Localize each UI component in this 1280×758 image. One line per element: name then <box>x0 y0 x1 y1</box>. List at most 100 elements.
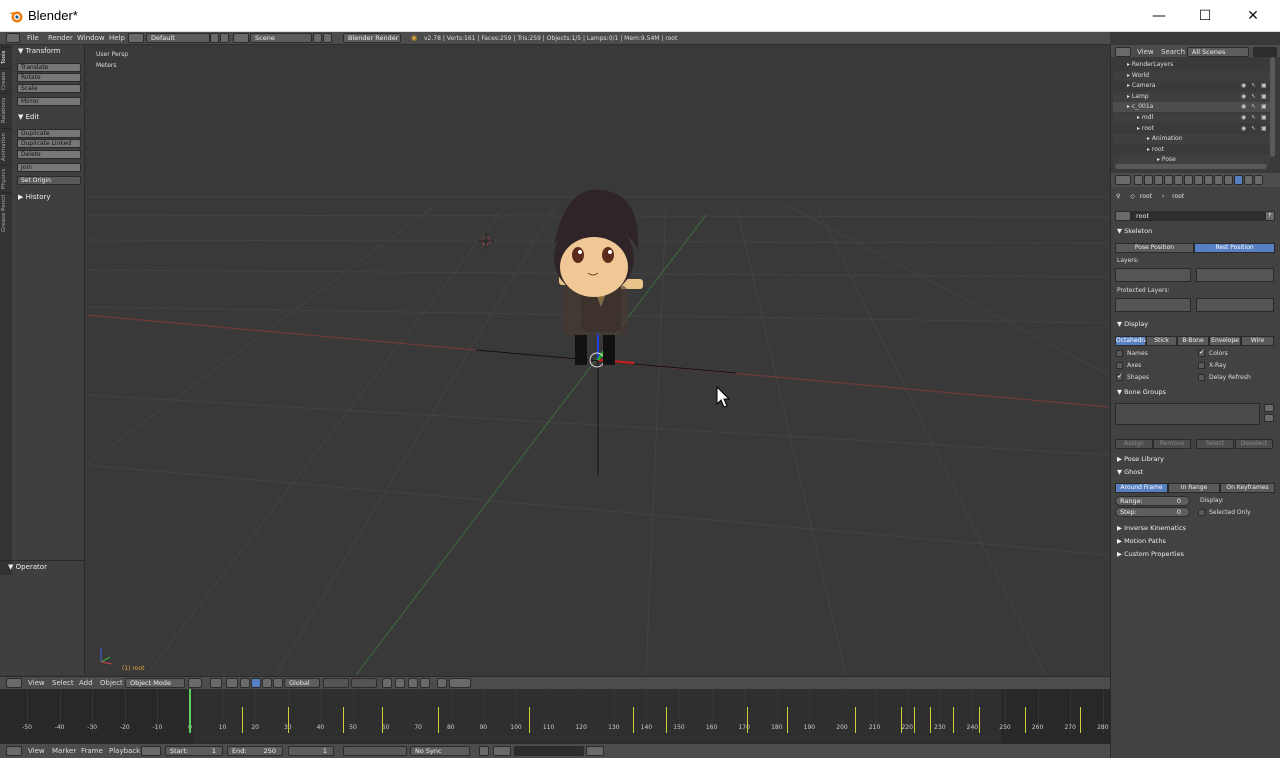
properties-tab-icon[interactable] <box>1204 175 1213 185</box>
keyframe-marker[interactable] <box>382 707 384 733</box>
keyframe-marker[interactable] <box>952 707 954 733</box>
outliner-row[interactable]: ▸ c_001a ◉ ↖ ▣ <box>1113 102 1270 113</box>
display-type-octahedral[interactable]: Octahedral <box>1115 336 1149 346</box>
motion-paths-header[interactable]: ▶ Motion Paths <box>1117 537 1166 545</box>
menu-help[interactable]: Help <box>109 34 125 42</box>
editor-type-icon[interactable] <box>1115 47 1131 57</box>
keyframe-marker[interactable] <box>437 707 439 733</box>
properties-tab-icon[interactable] <box>1164 175 1173 185</box>
skeleton-header[interactable]: ▼ Skeleton <box>1117 227 1152 235</box>
layers-b-grid[interactable] <box>351 678 377 688</box>
editor-type-icon[interactable] <box>6 33 20 43</box>
display-colors-checkbox[interactable] <box>1198 348 1205 357</box>
properties-tab-icon[interactable] <box>1194 175 1203 185</box>
outliner-search-field[interactable] <box>1253 47 1277 57</box>
protected-layers-grid-b[interactable] <box>1196 298 1274 312</box>
fake-user-button[interactable]: F <box>1265 211 1275 221</box>
translate-widget-icon[interactable] <box>240 678 250 688</box>
history-panel-header[interactable]: ▶ History <box>18 193 51 201</box>
keyframe-marker[interactable] <box>287 707 289 733</box>
tab-relations[interactable]: Relations <box>1 93 11 127</box>
keyframe-marker[interactable] <box>930 707 932 733</box>
delete-button[interactable]: Delete <box>17 150 81 159</box>
menu-view[interactable]: View <box>28 679 45 687</box>
display-delayrefresh-checkbox[interactable] <box>1198 374 1205 381</box>
properties-tab-icon[interactable] <box>1174 175 1183 185</box>
duplicate-linked-button[interactable]: Duplicate Linked <box>17 139 81 148</box>
screen-layout-icon[interactable] <box>128 33 144 43</box>
rest-position-button[interactable]: Rest Position <box>1194 243 1275 253</box>
camera-icon[interactable]: ▣ <box>1261 92 1267 102</box>
bone-groups-header[interactable]: ▼ Bone Groups <box>1117 388 1166 396</box>
remove-layout-icon[interactable] <box>220 33 229 43</box>
timeline[interactable]: -50-40-30-20-100102030405060708090100110… <box>0 689 1110 743</box>
keyframe-marker[interactable] <box>747 707 749 733</box>
outliner-menu-search[interactable]: Search <box>1161 48 1185 56</box>
remove-bone-group-icon[interactable] <box>1264 414 1274 422</box>
manipulator-icon[interactable] <box>226 678 238 688</box>
properties-tab-icon[interactable] <box>1214 175 1223 185</box>
camera-icon[interactable]: ▣ <box>1261 81 1267 91</box>
eye-icon[interactable]: ◉ <box>1241 113 1246 123</box>
properties-tab-icon[interactable] <box>1184 175 1193 185</box>
outliner-h-scrollbar[interactable] <box>1115 164 1267 169</box>
tab-grease-pencil[interactable]: Grease Pencil <box>1 192 11 234</box>
editor-type-icon[interactable] <box>1115 175 1131 185</box>
outliner-menu-view[interactable]: View <box>1137 48 1154 56</box>
edit-panel-header[interactable]: ▼ Edit <box>18 113 39 121</box>
eye-icon[interactable]: ◉ <box>1241 92 1246 102</box>
render-engine-select[interactable]: Blender Render <box>343 33 401 43</box>
shading-icon[interactable] <box>188 678 202 688</box>
screen-layout-field[interactable]: Default <box>146 33 210 43</box>
keyframe-marker[interactable] <box>1079 707 1081 733</box>
snap-icon[interactable] <box>408 678 418 688</box>
minimize-button[interactable]: — <box>1136 0 1182 31</box>
menu-file[interactable]: File <box>27 34 39 42</box>
outliner-row[interactable]: ▸ RenderLayers <box>1113 60 1270 70</box>
ghost-mode-on-keyframes[interactable]: On Keyframes <box>1220 483 1275 493</box>
keying-set-field[interactable] <box>514 746 584 756</box>
outliner-row[interactable]: ▸ Camera ◉ ↖ ▣ <box>1113 81 1270 91</box>
menu-view[interactable]: View <box>28 747 45 755</box>
rotate-button[interactable]: Rotate <box>17 73 81 82</box>
properties-tab-icon[interactable] <box>1224 175 1233 185</box>
end-frame-field[interactable]: End: 250 <box>227 746 283 756</box>
menu-select[interactable]: Select <box>52 679 74 687</box>
record-icon[interactable] <box>479 746 489 756</box>
camera-icon[interactable]: ▣ <box>1261 124 1267 134</box>
add-bone-group-icon[interactable] <box>1264 404 1274 412</box>
operator-panel-header[interactable]: ▼ Operator <box>8 563 47 571</box>
snap-element-icon[interactable] <box>420 678 430 688</box>
menu-frame[interactable]: Frame <box>81 747 103 755</box>
layer-lock-icon[interactable] <box>382 678 392 688</box>
ghost-header[interactable]: ▼ Ghost <box>1117 468 1143 476</box>
editor-type-icon[interactable] <box>6 746 22 756</box>
ghost-range-field[interactable]: Range: 0 <box>1115 496 1190 506</box>
keyframe-marker[interactable] <box>633 707 635 733</box>
timeline-playhead[interactable] <box>189 689 191 733</box>
duplicate-button[interactable]: Duplicate <box>17 129 81 138</box>
menu-add[interactable]: Add <box>79 679 93 687</box>
layers-grid-a[interactable] <box>1115 268 1191 282</box>
cursor-icon[interactable]: ↖ <box>1251 92 1256 102</box>
rotate-widget-icon[interactable] <box>251 678 261 688</box>
display-axes-checkbox[interactable] <box>1116 362 1123 369</box>
display-xray-checkbox[interactable] <box>1198 362 1205 369</box>
outliner-scope-select[interactable]: All Scenes <box>1187 47 1249 57</box>
display-type-wire[interactable]: Wire <box>1241 336 1274 346</box>
playback-controls[interactable] <box>343 746 407 756</box>
eye-icon[interactable]: ◉ <box>1241 81 1246 91</box>
keying-icon[interactable] <box>493 746 511 756</box>
3d-viewport[interactable]: User Persp Meters (1) root <box>86 45 1109 675</box>
translate-button[interactable]: Translate <box>17 63 81 72</box>
keyframe-marker[interactable] <box>1024 707 1026 733</box>
properties-tab-icon[interactable] <box>1144 175 1153 185</box>
set-origin-select[interactable]: Set Origin <box>17 176 81 185</box>
pose-library-header[interactable]: ▶ Pose Library <box>1117 455 1164 463</box>
cursor-icon[interactable]: ↖ <box>1251 124 1256 134</box>
outliner-v-scrollbar[interactable] <box>1270 57 1275 157</box>
layers-grid-b[interactable] <box>1196 268 1274 282</box>
editor-type-icon[interactable] <box>6 678 22 688</box>
keyframe-marker[interactable] <box>529 707 531 733</box>
keyframe-marker[interactable] <box>242 707 244 733</box>
